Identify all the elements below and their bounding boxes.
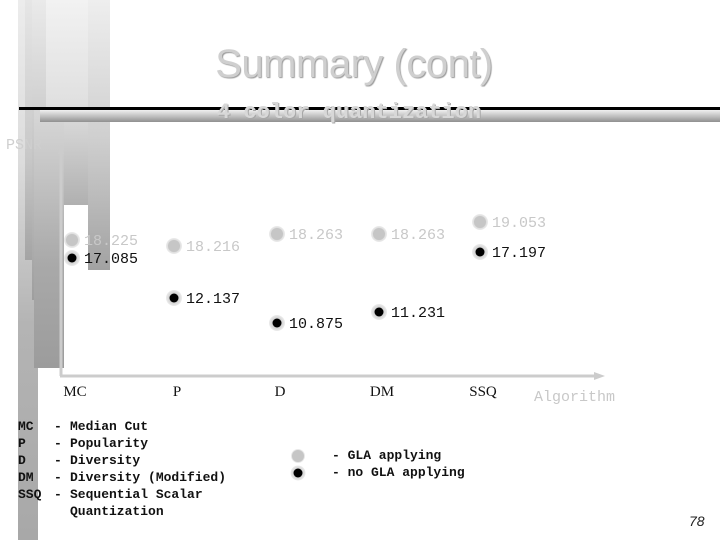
point-gla: 19.053 <box>472 214 546 232</box>
abbreviation-key <box>18 503 54 520</box>
abbreviation-item: DM - Diversity (Modified) <box>18 469 226 486</box>
abbreviation-key: P <box>18 436 26 451</box>
abbreviation-dash: - <box>54 436 62 451</box>
data-label: 18.216 <box>186 239 240 256</box>
point-dot <box>169 293 179 303</box>
x-tick-label: P <box>173 384 181 400</box>
point-no-gla: 11.231 <box>371 304 445 322</box>
point-no-gla: 17.197 <box>472 244 546 262</box>
point-dot <box>271 228 283 240</box>
data-label: 17.197 <box>492 245 546 262</box>
point-dot <box>475 247 485 257</box>
point-dot <box>66 234 78 246</box>
abbreviation-dash: - <box>54 487 62 502</box>
data-label: 18.263 <box>289 227 343 244</box>
x-axis-arrow <box>594 372 605 380</box>
abbreviation-key: MC <box>18 419 34 434</box>
point-dot <box>67 253 77 263</box>
point-gla: 18.263 <box>269 226 343 244</box>
data-label: 10.875 <box>289 316 343 333</box>
abbreviation-desc: Quantization <box>70 504 164 519</box>
data-label: 11.231 <box>391 305 445 322</box>
x-tick-label: SSQ <box>469 384 497 400</box>
black-dot-icon <box>290 465 306 481</box>
data-label: 12.137 <box>186 291 240 308</box>
abbreviation-desc: Sequential Scalar <box>70 487 203 502</box>
data-label: 18.225 <box>84 233 138 250</box>
x-tick-label: DM <box>370 384 394 400</box>
point-dot <box>168 240 180 252</box>
point-gla: 18.216 <box>166 238 240 256</box>
data-label: 19.053 <box>492 215 546 232</box>
point-no-gla: 12.137 <box>166 290 240 308</box>
abbreviation-key: DM <box>18 470 34 485</box>
x-tick-label: MC <box>63 384 86 400</box>
abbreviation-item: MC - Median Cut <box>18 418 226 435</box>
abbreviation-desc: Popularity <box>70 436 149 451</box>
abbreviation-list: MC - Median Cut P - Popularity D - Diversity DM - D… <box>18 418 226 520</box>
data-label: 17.085 <box>84 251 138 268</box>
point-dot <box>373 228 385 240</box>
abbreviation-dash: - <box>54 419 62 434</box>
legend: - GLA applying - no GLA applying <box>290 447 465 481</box>
legend-label: - no GLA applying <box>332 465 465 480</box>
abbreviation-desc: Median Cut <box>70 419 149 434</box>
abbreviation-dash: - <box>54 453 62 468</box>
point-gla: 18.225 <box>64 232 138 250</box>
legend-label: - GLA applying <box>332 448 442 463</box>
data-label: 18.263 <box>391 227 445 244</box>
light-grey-dot-icon <box>290 448 306 464</box>
abbreviation-desc: Diversity <box>70 453 141 468</box>
point-no-gla: 10.875 <box>269 315 343 333</box>
abbreviation-key: D <box>18 453 26 468</box>
legend-item: - no GLA applying <box>290 464 465 481</box>
abbreviation-key: SSQ <box>18 487 42 502</box>
point-dot <box>474 216 486 228</box>
page-number: 78 <box>689 513 705 529</box>
abbreviation-desc: Diversity (Modified) <box>70 470 227 485</box>
y-axis-arrow <box>58 145 64 154</box>
x-tick-label: D <box>275 384 286 400</box>
legend-item: - GLA applying <box>290 447 465 464</box>
point-dot <box>272 318 282 328</box>
abbreviation-item: P - Popularity <box>18 435 226 452</box>
abbreviation-dash: - <box>54 470 62 485</box>
abbreviation-item: D - Diversity <box>18 452 226 469</box>
point-dot <box>374 307 384 317</box>
point-gla: 18.263 <box>371 226 445 244</box>
abbreviation-item: Quantization <box>18 503 226 520</box>
point-no-gla: 17.085 <box>64 250 138 268</box>
abbreviation-dash <box>54 503 68 520</box>
abbreviation-item: SSQ - Sequential Scalar <box>18 486 226 503</box>
